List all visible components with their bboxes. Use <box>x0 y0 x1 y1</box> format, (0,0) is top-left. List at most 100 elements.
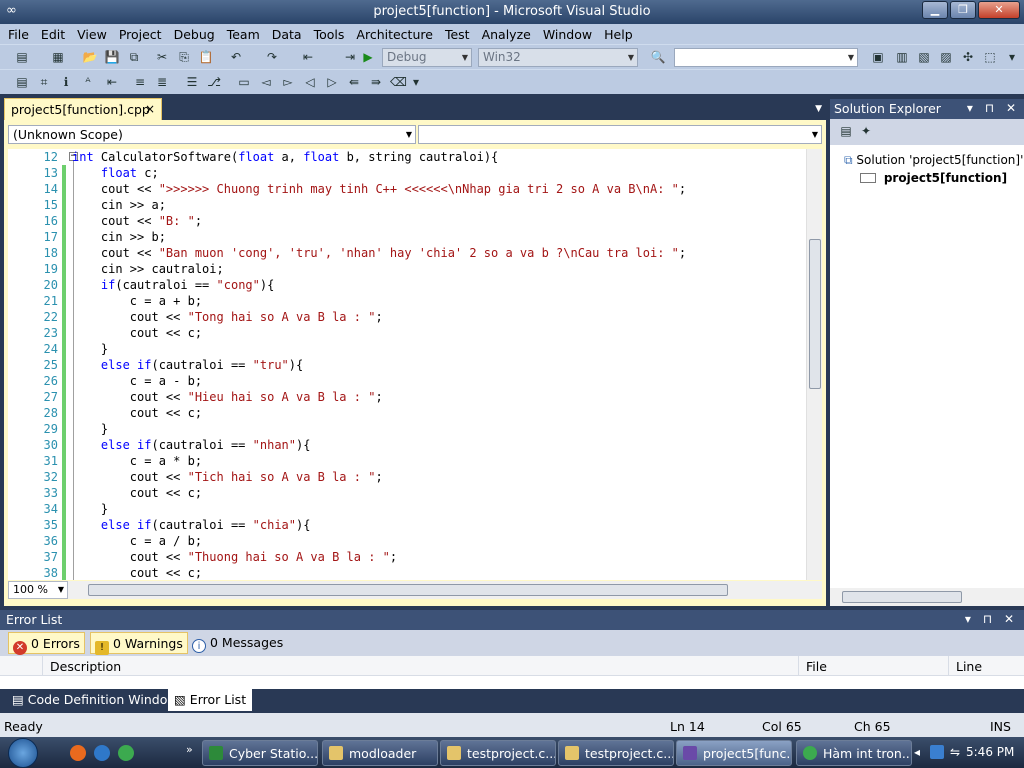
find-in-files-icon[interactable]: 🔍 <box>650 49 666 65</box>
code-line[interactable]: cin >> a; <box>72 197 812 213</box>
close-tab-icon[interactable]: × <box>145 102 155 116</box>
task-testproject-1[interactable]: testproject.c... <box>440 740 556 766</box>
code-line[interactable]: c = a - b; <box>72 373 812 389</box>
extension-manager-icon[interactable]: ✣ <box>960 49 976 65</box>
clock[interactable]: 5:46 PM <box>966 745 1014 759</box>
tray-app-icon[interactable] <box>930 745 944 759</box>
task-visual-studio[interactable]: project5[func... <box>676 740 792 766</box>
code-editor[interactable]: 12 13 14 15 16 17 18 19 20 21 22 23 24 25 26 27 28 29 30 31… <box>8 149 822 580</box>
tray-expand-icon[interactable]: ◂ <box>914 745 920 759</box>
code-line[interactable]: int CalculatorSoftware(float a, float b,… <box>72 149 812 165</box>
decrease-indent-icon[interactable]: ⇤ <box>104 74 120 90</box>
menu-test[interactable]: Test <box>439 27 476 42</box>
network-icon[interactable]: ⇋ <box>950 745 960 759</box>
previous-bookmark-icon[interactable]: ◅ <box>258 74 274 90</box>
tree-item-solution[interactable]: ⧉ Solution 'project5[function]' ( <box>844 153 1024 168</box>
menu-file[interactable]: File <box>2 27 35 42</box>
code-text[interactable]: int CalculatorSoftware(float a, float b,… <box>72 149 812 580</box>
code-line[interactable]: cout << "Hieu hai so A va B la : "; <box>72 389 812 405</box>
toggle-bookmark-icon[interactable]: ⎇ <box>206 74 222 90</box>
find-combo[interactable]: ▼ <box>674 48 858 67</box>
task-modloader[interactable]: modloader <box>322 740 438 766</box>
messages-filter-button[interactable]: i 0 Messages <box>188 632 287 654</box>
show-all-files-icon[interactable]: ✦ <box>858 123 874 139</box>
code-line[interactable]: cout << "Thuong hai so A va B la : "; <box>72 549 812 565</box>
comment-out-icon[interactable]: ≣ <box>154 74 170 90</box>
clear-bookmarks-icon[interactable]: ⌫ <box>390 74 407 90</box>
code-line[interactable]: cout << ">>>>>> Chuong trinh may tinh C+… <box>72 181 812 197</box>
code-line[interactable]: else if(cautraloi == "chia"){ <box>72 517 812 533</box>
solution-scroll-thumb[interactable] <box>842 591 962 603</box>
properties-icon[interactable]: ▥ <box>894 49 910 65</box>
vertical-scroll-thumb[interactable] <box>809 239 821 389</box>
code-line[interactable]: cout << "Tong hai so A va B la : "; <box>72 309 812 325</box>
minimize-button[interactable]: ▁ <box>922 1 948 19</box>
tab-project5-function-cpp[interactable]: project5[function].cpp × <box>4 98 162 120</box>
more-quick-launch-icon[interactable]: » <box>186 743 193 756</box>
code-line[interactable]: c = a + b; <box>72 293 812 309</box>
navigate-forward-icon[interactable]: ⇥ <box>342 49 358 65</box>
next-bookmark-document-icon[interactable]: ⇛ <box>368 74 384 90</box>
code-line[interactable]: cin >> cautraloi; <box>72 261 812 277</box>
properties-icon[interactable]: ▤ <box>838 123 854 139</box>
task-testproject-2[interactable]: testproject.c... <box>558 740 674 766</box>
cut-icon[interactable]: ✂ <box>154 49 170 65</box>
column-line[interactable]: Line <box>956 659 982 674</box>
start-button[interactable] <box>8 738 38 768</box>
more-options-icon[interactable]: ▾ <box>1004 49 1020 65</box>
close-button[interactable]: ✕ <box>978 1 1020 19</box>
code-line[interactable]: else if(cautraloi == "tru"){ <box>72 357 812 373</box>
save-icon[interactable]: 💾 <box>104 49 120 65</box>
open-file-icon[interactable]: 📂 <box>82 49 98 65</box>
display-object-member-list-icon[interactable]: ▤ <box>14 74 30 90</box>
add-item-icon[interactable]: ▦ <box>50 49 66 65</box>
code-line[interactable]: cout << "B: "; <box>72 213 812 229</box>
display-quick-info-icon[interactable]: ℹ <box>58 74 74 90</box>
code-line[interactable]: float c; <box>72 165 812 181</box>
next-bookmark-folder-icon[interactable]: ▷ <box>324 74 340 90</box>
solution-platform-dropdown[interactable]: Win32 ▼ <box>478 48 638 67</box>
solution-config-dropdown[interactable]: Debug ▼ <box>382 48 472 67</box>
menu-team[interactable]: Team <box>221 27 266 42</box>
code-line[interactable]: } <box>72 421 812 437</box>
code-line[interactable]: c = a * b; <box>72 453 812 469</box>
menu-architecture[interactable]: Architecture <box>350 27 439 42</box>
column-description[interactable]: Description <box>50 659 121 674</box>
code-line[interactable]: cin >> b; <box>72 229 812 245</box>
menu-window[interactable]: Window <box>537 27 598 42</box>
code-line[interactable]: cout << "Tich hai so A va B la : "; <box>72 469 812 485</box>
document-list-icon[interactable]: ▼ <box>815 104 822 114</box>
increase-indent-icon[interactable]: ≡ <box>132 74 148 90</box>
next-bookmark-icon[interactable]: ▻ <box>280 74 296 90</box>
zoom-dropdown[interactable]: 100 % ▼ <box>8 581 68 599</box>
menu-debug[interactable]: Debug <box>168 27 221 42</box>
menu-tools[interactable]: Tools <box>308 27 351 42</box>
paste-icon[interactable]: 📋 <box>198 49 214 65</box>
tree-item-project[interactable]: project5[function] <box>860 171 1007 185</box>
code-line[interactable]: c = a / b; <box>72 533 812 549</box>
firefox-icon[interactable] <box>70 745 86 761</box>
navigate-backward-icon[interactable]: ⇤ <box>300 49 316 65</box>
undo-icon[interactable]: ↶ <box>228 49 244 65</box>
scope-dropdown[interactable]: (Unknown Scope) ▼ <box>8 125 416 144</box>
panel-controls[interactable]: ▾ ⊓ ✕ <box>967 101 1020 115</box>
vertical-scrollbar[interactable] <box>806 149 822 580</box>
code-line[interactable]: cout << c; <box>72 485 812 501</box>
warnings-filter-button[interactable]: ! 0 Warnings <box>90 632 188 655</box>
code-line[interactable]: cout << c; <box>72 565 812 580</box>
copy-icon[interactable]: ⎘ <box>176 49 192 65</box>
start-debugging-icon[interactable]: ▶ <box>360 49 376 65</box>
code-line[interactable]: cout << c; <box>72 405 812 421</box>
menu-edit[interactable]: Edit <box>35 27 71 42</box>
code-line[interactable]: else if(cautraloi == "nhan"){ <box>72 437 812 453</box>
code-line[interactable]: cout << "Ban muon 'cong', 'tru', 'nhan' … <box>72 245 812 261</box>
menu-data[interactable]: Data <box>266 27 308 42</box>
code-line[interactable]: } <box>72 501 812 517</box>
save-all-icon[interactable]: ⧉ <box>126 49 142 65</box>
previous-bookmark-folder-icon[interactable]: ◁ <box>302 74 318 90</box>
horizontal-scroll-thumb[interactable] <box>88 584 728 596</box>
menu-view[interactable]: View <box>71 27 113 42</box>
previous-bookmark-document-icon[interactable]: ⇚ <box>346 74 362 90</box>
display-parameter-info-icon[interactable]: ⌗ <box>36 74 52 90</box>
bookmark-icon[interactable]: ▭ <box>236 74 252 90</box>
